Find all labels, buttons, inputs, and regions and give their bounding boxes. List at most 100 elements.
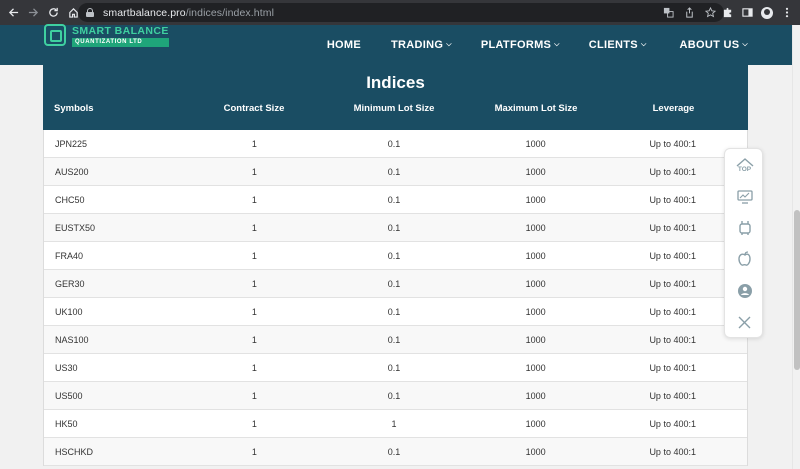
cell-contract-size: 1: [251, 166, 257, 177]
nav-platforms[interactable]: PLATFORMS ⌵: [481, 39, 560, 51]
cell-max-lot: 1000: [525, 334, 546, 345]
nav-about-us[interactable]: ABOUT US ⌵: [680, 39, 748, 51]
reload-button[interactable]: [43, 0, 63, 25]
table-row: GER30 1 0.1 1000 Up to 400:1: [44, 270, 747, 298]
table-body: JPN225 1 0.1 1000 Up to 400:1 AUS200 1 0.1 1000 U…: [43, 130, 748, 466]
table-row: FRA40 1 0.1 1000 Up to 400:1: [44, 242, 747, 270]
arrow-left-icon: [8, 8, 18, 17]
scrollbar-thumb[interactable]: [794, 210, 800, 370]
chevron-down-icon: ⌵: [446, 41, 452, 48]
cell-min-lot: 0.1: [387, 334, 401, 345]
table-row: US500 1 0.1 1000 Up to 400:1: [44, 382, 747, 410]
page-title: Indices: [366, 73, 425, 92]
cell-leverage: Up to 400:1: [649, 390, 696, 401]
cell-max-lot: 1000: [525, 446, 546, 457]
cell-contract-size: 1: [251, 306, 257, 317]
cell-min-lot: 0.1: [387, 362, 401, 373]
cell-contract-size: 1: [251, 334, 257, 345]
desktop-platform-button[interactable]: [725, 182, 764, 212]
cell-max-lot: 1000: [525, 418, 546, 429]
browser-toolbar: smartbalance.pro/indices/index.html: [0, 0, 800, 25]
apple-icon: [737, 250, 751, 266]
bookmark-star-icon[interactable]: [704, 7, 716, 19]
close-toolbar-button[interactable]: [725, 307, 764, 337]
cell-symbol: NAS100: [55, 334, 89, 345]
cell-contract-size: 1: [251, 138, 257, 149]
page-scrollbar[interactable]: [792, 25, 800, 469]
table-row: AUS200 1 0.1 1000 Up to 400:1: [44, 158, 747, 186]
logo-mark-icon: [44, 24, 66, 46]
cell-symbol: EUSTX50: [55, 222, 96, 233]
cell-min-lot: 0.1: [387, 250, 401, 261]
chevron-down-icon: ⌵: [554, 41, 560, 48]
cell-min-lot: 0.1: [387, 166, 401, 177]
cell-contract-size: 1: [251, 362, 257, 373]
share-icon[interactable]: [683, 7, 695, 19]
cell-symbol: UK100: [55, 306, 83, 317]
customer-support-button[interactable]: [725, 276, 764, 306]
cell-symbol: HK50: [55, 418, 78, 429]
side-panel-icon[interactable]: [740, 6, 754, 20]
chevron-down-icon: ⌵: [640, 41, 647, 48]
extensions-puzzle-icon[interactable]: [720, 6, 734, 20]
arrow-right-icon: [28, 8, 38, 17]
table-row: US30 1 0.1 1000 Up to 400:1: [44, 354, 747, 382]
cell-max-lot: 1000: [525, 390, 546, 401]
cell-contract-size: 1: [251, 194, 257, 205]
cell-symbol: JPN225: [55, 138, 88, 149]
cell-max-lot: 1000: [525, 138, 546, 149]
address-bar[interactable]: smartbalance.pro/indices/index.html: [78, 3, 724, 22]
desktop-chart-icon: [736, 190, 753, 204]
main-nav: HOME TRADING ⌵ PLATFORMS ⌵ CLIENTS ⌵ ABOUT …: [327, 25, 748, 65]
cell-contract-size: 1: [251, 390, 257, 401]
nav-home[interactable]: HOME: [327, 39, 361, 51]
cell-leverage: Up to 400:1: [649, 446, 696, 457]
col-header-max-lot: Maximum Lot Size: [494, 103, 578, 114]
cell-max-lot: 1000: [525, 222, 546, 233]
cell-symbol: US30: [55, 362, 78, 373]
nav-trading[interactable]: TRADING ⌵: [391, 39, 452, 51]
android-icon: [738, 221, 751, 235]
cell-max-lot: 1000: [525, 278, 546, 289]
ios-app-button[interactable]: [725, 243, 764, 273]
table-row: HK50 1 1 1000 Up to 400:1: [44, 410, 747, 438]
cell-symbol: AUS200: [55, 166, 89, 177]
table-row: CHC50 1 0.1 1000 Up to 400:1: [44, 186, 747, 214]
back-button[interactable]: [3, 0, 23, 25]
table-row: HSCHKD 1 0.1 1000 Up to 400:1: [44, 438, 747, 466]
cell-min-lot: 0.1: [387, 278, 401, 289]
cell-max-lot: 1000: [525, 362, 546, 373]
reload-icon: [48, 7, 58, 17]
table-row: NAS100 1 0.1 1000 Up to 400:1: [44, 326, 747, 354]
cell-leverage: Up to 400:1: [649, 138, 696, 149]
profile-avatar-icon[interactable]: [760, 6, 774, 20]
support-chat-icon: [737, 284, 752, 298]
browser-menu-icon[interactable]: [780, 6, 794, 20]
cell-max-lot: 1000: [525, 166, 546, 177]
android-app-button[interactable]: [725, 213, 764, 243]
translate-icon[interactable]: [662, 7, 674, 19]
cell-max-lot: 1000: [525, 306, 546, 317]
cell-symbol: US500: [55, 390, 83, 401]
cell-min-lot: 0.1: [387, 222, 401, 233]
forward-button[interactable]: [23, 0, 43, 25]
cell-symbol: GER30: [55, 278, 85, 289]
table-row: UK100 1 0.1 1000 Up to 400:1: [44, 298, 747, 326]
close-icon: [738, 316, 751, 328]
cell-max-lot: 1000: [525, 194, 546, 205]
cell-contract-size: 1: [251, 250, 257, 261]
site-header: SMART BALANCE QUANTIZATION LTD HOME TRAD…: [0, 24, 792, 65]
table-row: EUSTX50 1 0.1 1000 Up to 400:1: [44, 214, 747, 242]
back-to-top-button[interactable]: TOP: [725, 150, 764, 180]
indices-table: Indices Symbols Contract Size Minimum Lo…: [43, 65, 748, 466]
col-header-leverage: Leverage: [652, 103, 695, 114]
home-icon: [68, 7, 78, 18]
col-header-contract-size: Contract Size: [223, 103, 285, 114]
col-header-symbols: Symbols: [54, 103, 94, 114]
column-headers: Symbols Contract Size Minimum Lot Size M…: [43, 103, 748, 114]
nav-clients[interactable]: CLIENTS ⌵: [589, 39, 647, 51]
cell-symbol: HSCHKD: [55, 446, 94, 457]
site-logo[interactable]: SMART BALANCE QUANTIZATION LTD: [44, 24, 169, 51]
floating-toolbar: TOP: [724, 148, 763, 338]
cell-max-lot: 1000: [525, 250, 546, 261]
